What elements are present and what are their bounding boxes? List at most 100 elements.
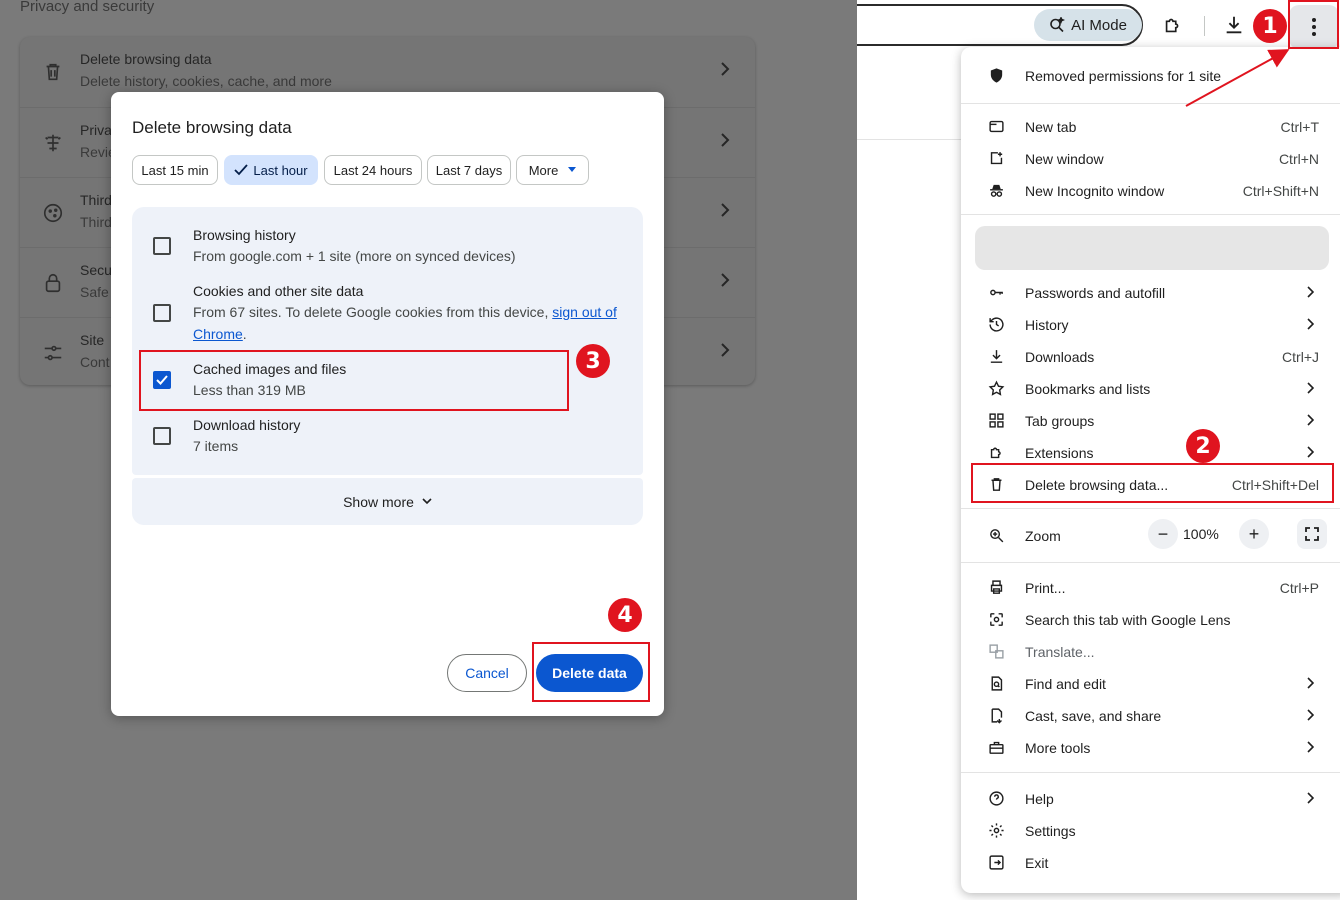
option-subtitle: 7 items [193, 438, 239, 454]
menu-label: Translate... [1025, 644, 1095, 660]
menu-label: Tab groups [1025, 413, 1095, 429]
menu-label: Bookmarks and lists [1025, 381, 1151, 397]
menu-label: Removed permissions for 1 site [1025, 68, 1222, 84]
menu-label: New window [1025, 151, 1104, 167]
menu-new-tab[interactable]: New tab Ctrl+T [961, 110, 1340, 142]
subtitle-text: From 67 sites. To delete Google cookies … [193, 304, 549, 320]
section-heading: Privacy and security [20, 0, 155, 15]
chevron-right-icon [1307, 709, 1314, 721]
extensions-puzzle-icon[interactable] [1162, 14, 1184, 36]
menu-settings[interactable]: Settings [961, 814, 1340, 846]
fullscreen-button[interactable] [1297, 519, 1327, 549]
menu-exit[interactable]: Exit [961, 846, 1340, 878]
chevron-right-icon [721, 273, 730, 287]
chevron-right-icon [721, 203, 730, 217]
menu-shortcut: Ctrl+P [1279, 580, 1319, 596]
trash-icon [46, 63, 60, 81]
menu-divider [961, 214, 1340, 215]
print-icon [990, 580, 1003, 594]
option-cookies[interactable]: Cookies and other site data From 67 site… [132, 269, 643, 349]
option-download-history[interactable]: Download history 7 items [132, 407, 643, 467]
ai-mode-label: AI Mode [1071, 16, 1127, 34]
subtitle-suffix: . [242, 326, 247, 342]
caret-down-icon [568, 167, 577, 172]
menu-shortcut: Ctrl+J [1282, 349, 1319, 365]
chip-label: More [528, 162, 559, 178]
find-page-icon [991, 676, 1003, 691]
chevron-right-icon [1307, 286, 1314, 298]
row-subtitle: Third [80, 214, 112, 230]
menu-label: Find and edit [1025, 676, 1106, 692]
dialog-title: Delete browsing data [132, 118, 292, 137]
checkbox-cookies[interactable] [153, 304, 171, 322]
menu-shortcut: Ctrl+N [1278, 151, 1319, 167]
save-page-icon [991, 708, 1003, 724]
chip-more-dropdown[interactable]: More [516, 155, 589, 185]
lens-icon [990, 613, 1003, 626]
menu-label: Passwords and autofill [1025, 285, 1166, 301]
ai-mode-button[interactable]: AI Mode [1034, 9, 1142, 41]
annotation-badge-3: 3 [576, 344, 610, 378]
incognito-icon [990, 184, 1003, 197]
row-title: Secu [80, 262, 112, 278]
show-more-button[interactable]: Show more [132, 478, 643, 525]
zoom-in-button[interactable]: + [1239, 519, 1269, 549]
download-icon [990, 350, 1003, 363]
menu-print[interactable]: Print... Ctrl+P [961, 571, 1340, 603]
menu-new-window[interactable]: New window Ctrl+N [961, 142, 1340, 174]
shield-icon [990, 68, 1003, 83]
menu-more-tools[interactable]: More tools [961, 731, 1340, 763]
menu-bookmarks[interactable]: Bookmarks and lists [961, 372, 1340, 404]
checkbox-download-history[interactable] [153, 427, 171, 445]
menu-label: Exit [1025, 855, 1049, 871]
sign-out-link[interactable]: sign out of [552, 304, 617, 320]
toolbar-divider [1204, 16, 1205, 36]
menu-history[interactable]: History [961, 308, 1340, 340]
divider [857, 139, 967, 140]
star-icon [988, 380, 1005, 396]
menu-help[interactable]: Help [961, 782, 1340, 814]
gear-icon [989, 823, 1004, 838]
chip-last-15-min[interactable]: Last 15 min [132, 155, 218, 185]
option-browsing-history[interactable]: Browsing history From google.com + 1 sit… [132, 207, 643, 264]
cancel-button[interactable]: Cancel [447, 654, 527, 692]
menu-translate[interactable]: Translate... [961, 635, 1340, 667]
menu-divider [961, 508, 1340, 509]
menu-divider [961, 562, 1340, 563]
chip-last-7-days[interactable]: Last 7 days [427, 155, 511, 185]
profile-bar[interactable] [975, 226, 1329, 270]
chevron-right-icon [721, 343, 730, 357]
zoom-icon [990, 529, 1004, 543]
annotation-box-cached-images [139, 350, 569, 411]
sign-out-link-cont[interactable]: Chrome [193, 326, 243, 342]
menu-new-incognito[interactable]: New Incognito window Ctrl+Shift+N [961, 174, 1340, 206]
menu-permissions-notice[interactable]: Removed permissions for 1 site [961, 59, 1340, 91]
zoom-out-button[interactable]: − [1148, 519, 1178, 549]
privacy-guide-icon [45, 134, 61, 152]
menu-label: Extensions [1025, 445, 1094, 461]
chip-last-hour[interactable]: Last hour [224, 155, 318, 185]
checkbox-browsing-history[interactable] [153, 237, 171, 255]
chip-label: Last 24 hours [333, 162, 413, 178]
chevron-right-icon [1307, 446, 1314, 458]
menu-label: New Incognito window [1025, 183, 1165, 199]
menu-cast-save-share[interactable]: Cast, save, and share [961, 699, 1340, 731]
chevron-right-icon [1307, 741, 1314, 753]
chevron-right-icon [1307, 414, 1314, 426]
menu-google-lens[interactable]: Search this tab with Google Lens [961, 603, 1340, 635]
menu-downloads[interactable]: Downloads Ctrl+J [961, 340, 1340, 372]
cookie-icon [43, 203, 63, 223]
menu-find-edit[interactable]: Find and edit [961, 667, 1340, 699]
menu-tab-groups[interactable]: Tab groups [961, 404, 1340, 436]
show-more-label: Show more [343, 493, 414, 510]
chevron-right-icon [1307, 792, 1314, 804]
menu-label: New tab [1025, 119, 1077, 135]
menu-passwords[interactable]: Passwords and autofill [961, 276, 1340, 308]
puzzle-icon [990, 447, 1001, 459]
option-subtitle: From 67 sites. To delete Google cookies … [193, 301, 623, 345]
chip-last-24-hours[interactable]: Last 24 hours [324, 155, 422, 185]
chip-label: Last hour [253, 162, 308, 178]
annotation-badge-4: 4 [608, 598, 642, 632]
download-icon[interactable] [1223, 14, 1245, 36]
sliders-icon [44, 345, 62, 361]
